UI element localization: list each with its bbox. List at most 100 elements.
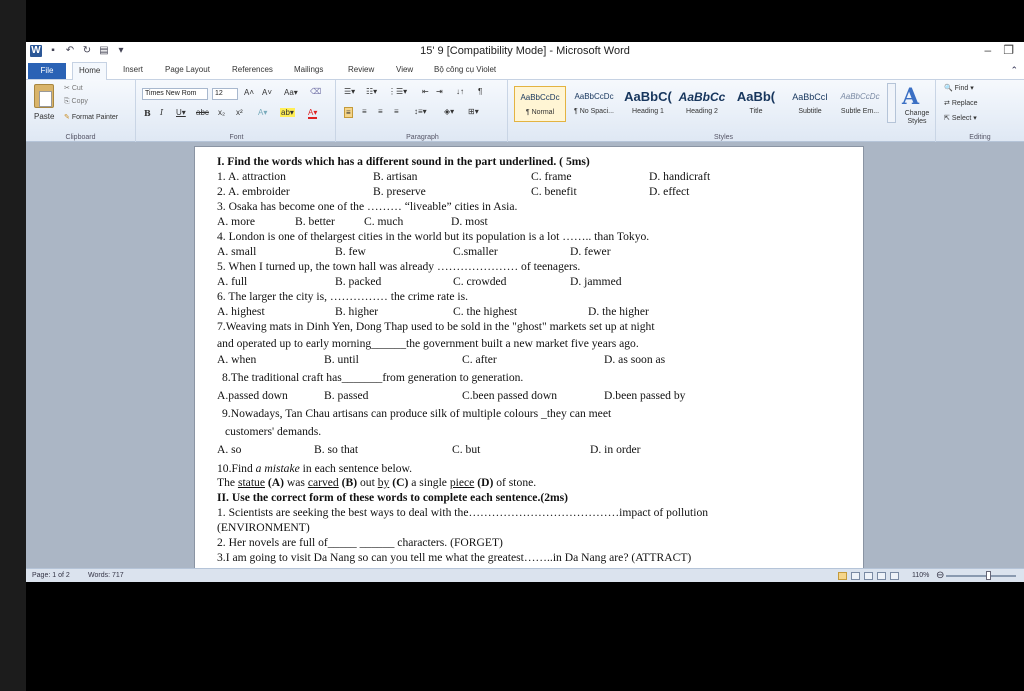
editing-group-label: Editing xyxy=(969,134,991,141)
word-count[interactable]: Words: 717 xyxy=(88,572,124,579)
line-spacing-icon[interactable]: ↕≡▾ xyxy=(414,107,427,116)
outline-view-icon[interactable] xyxy=(877,572,886,580)
q1-option-c: C. frame xyxy=(531,170,572,183)
section-2-q2: 2. Her novels are full of_____ ______ ch… xyxy=(217,535,857,550)
align-center-icon[interactable]: ≡ xyxy=(362,107,367,116)
q9-text-1: 9.Nowadays, Tan Chau artisans can produc… xyxy=(222,407,612,420)
replace-button[interactable]: ⇄ Replace xyxy=(944,99,978,107)
cut-button[interactable]: ✂ Cut xyxy=(64,84,83,92)
q6-option-a: A. highest xyxy=(217,305,265,318)
highlight-icon[interactable]: ab▾ xyxy=(280,108,295,117)
tab-home[interactable]: Home xyxy=(72,62,108,80)
zoom-slider[interactable] xyxy=(946,575,1016,577)
tab-file[interactable]: File xyxy=(28,63,66,79)
align-left-icon[interactable]: ≡ xyxy=(344,107,353,118)
document-area[interactable]: I. Find the words which has a different … xyxy=(26,142,1024,576)
q1-a-text: attraction xyxy=(242,170,286,183)
question-7-line-2: and operated up to early morning______th… xyxy=(217,334,857,352)
q6-option-c: C. the highest xyxy=(453,305,518,318)
format-painter-button[interactable]: ✎ Format Painter xyxy=(64,113,118,121)
sort-icon[interactable]: ↓↑ xyxy=(456,87,464,96)
document-page[interactable]: I. Find the words which has a different … xyxy=(194,146,864,576)
question-10-sentence: The statue (A) was carved (B) out by (C)… xyxy=(217,475,857,490)
shading-icon[interactable]: ◈▾ xyxy=(444,107,454,116)
style-no-spacing[interactable]: AaBbCcDc ¶ No Spaci... xyxy=(568,86,620,122)
paragraph-group: ☰▾ ☷▾ ⋮☰▾ ⇤ ⇥ ↓↑ ¶ ≡ ≡ ≡ ≡ ↕≡▾ ◈▾ ⊞▾ Par… xyxy=(338,80,508,142)
q6-option-b: B. higher xyxy=(335,305,379,318)
tab-page-layout[interactable]: Page Layout xyxy=(165,65,210,74)
tab-violet[interactable]: Bộ công cụ Violet xyxy=(434,65,496,74)
web-layout-icon[interactable] xyxy=(864,572,873,580)
subscript-icon[interactable]: x₂ xyxy=(218,108,225,117)
style-subtle-emphasis[interactable]: AaBbCcDc Subtle Em... xyxy=(834,86,886,122)
style-label: ¶ No Spaci... xyxy=(574,108,614,115)
borders-icon[interactable]: ⊞▾ xyxy=(468,107,479,116)
question-9-line-2: customers' demands. xyxy=(217,424,857,439)
title-bar: W ▪ ↶ ↻ ▤ ▾ 15' 9 [Compatibility Mode] -… xyxy=(26,42,1024,62)
find-button[interactable]: 🔍 Find ▾ xyxy=(944,84,974,92)
select-button[interactable]: ⇱ Select ▾ xyxy=(944,114,977,122)
bold-icon[interactable]: B xyxy=(144,108,151,118)
style-title[interactable]: AaBb( Title xyxy=(730,86,782,122)
tab-view[interactable]: View xyxy=(396,65,413,74)
question-4-options: A. small B. few C.smaller D. fewer xyxy=(217,244,857,259)
underline-icon[interactable]: U▾ xyxy=(176,108,186,117)
shrink-font-icon[interactable]: A˅ xyxy=(262,88,272,97)
question-5: 5. When I turned up, the town hall was a… xyxy=(217,259,857,274)
superscript-icon[interactable]: x² xyxy=(236,108,243,117)
change-case-icon[interactable]: Aa▾ xyxy=(284,88,298,97)
paste-button[interactable]: Paste xyxy=(34,112,54,121)
tab-insert[interactable]: Insert xyxy=(123,65,143,74)
font-name-select[interactable]: Times New Rom xyxy=(142,88,208,100)
tab-mailings[interactable]: Mailings xyxy=(294,65,323,74)
align-right-icon[interactable]: ≡ xyxy=(378,107,383,116)
ribbon-help-icon[interactable]: ⌃ xyxy=(1010,65,1018,76)
tab-references[interactable]: References xyxy=(232,65,273,74)
zoom-out-icon[interactable]: ⊖ xyxy=(936,570,944,581)
style-label: ¶ Normal xyxy=(525,109,555,116)
style-sample: AaBbCcDc xyxy=(574,92,614,101)
justify-icon[interactable]: ≡ xyxy=(394,107,399,116)
zoom-slider-thumb[interactable] xyxy=(986,571,991,580)
text-effects-icon[interactable]: A▾ xyxy=(258,108,267,117)
tab-review[interactable]: Review xyxy=(348,65,374,74)
question-7-line-1: 7.Weaving mats in Dinh Yen, Dong Thap us… xyxy=(217,319,857,334)
question-7-options: A. when B. until C. after D. as soon as xyxy=(217,352,857,370)
style-normal[interactable]: AaBbCcDc ¶ Normal xyxy=(514,86,566,122)
full-screen-reading-icon[interactable] xyxy=(851,572,860,580)
q10-marker-a: (A) xyxy=(264,476,287,489)
document-text[interactable]: I. Find the words which has a different … xyxy=(217,154,857,565)
styles-gallery-scroll[interactable] xyxy=(887,83,896,123)
minimize-button[interactable]: – xyxy=(985,43,992,57)
italic-icon[interactable]: I xyxy=(160,108,163,117)
style-heading-2[interactable]: AaBbCc Heading 2 xyxy=(676,86,728,122)
multilevel-list-icon[interactable]: ⋮☰▾ xyxy=(388,87,407,96)
page-count[interactable]: Page: 1 of 2 xyxy=(32,572,70,579)
zoom-level[interactable]: 110% xyxy=(912,572,929,579)
restore-button[interactable]: ❐ xyxy=(1003,43,1014,57)
font-color-icon[interactable]: A▾ xyxy=(308,108,318,119)
style-heading-1[interactable]: AaBbC( Heading 1 xyxy=(622,86,674,122)
show-formatting-icon[interactable]: ¶ xyxy=(478,87,482,96)
numbering-icon[interactable]: ☷▾ xyxy=(366,87,377,96)
change-styles-icon[interactable]: A xyxy=(902,84,919,110)
clear-format-icon[interactable]: ⌫ xyxy=(310,87,321,96)
style-sample: AaBbCc xyxy=(678,90,726,104)
draft-view-icon[interactable] xyxy=(890,572,899,580)
font-size-select[interactable]: 12 xyxy=(212,88,238,100)
q3-option-d: D. most xyxy=(451,215,488,228)
paste-icon[interactable] xyxy=(34,84,54,108)
decrease-indent-icon[interactable]: ⇤ xyxy=(422,87,429,96)
window-controls: – ❐ xyxy=(985,43,1014,57)
increase-indent-icon[interactable]: ⇥ xyxy=(436,87,443,96)
strikethrough-icon[interactable]: abc xyxy=(196,108,209,117)
copy-button[interactable]: ⎘ Copy xyxy=(64,98,88,106)
grow-font-icon[interactable]: A˄ xyxy=(244,88,254,97)
s2-q1-text: 1. Scientists are seeking the best ways … xyxy=(217,506,709,519)
q10-marker-c: (C) xyxy=(389,476,412,489)
change-styles-button[interactable]: Change Styles xyxy=(902,110,932,126)
bullets-icon[interactable]: ☰▾ xyxy=(344,87,355,96)
style-subtitle[interactable]: AaBbCcI Subtitle xyxy=(784,86,836,122)
print-layout-icon[interactable] xyxy=(838,572,847,580)
section-2-q1-line-2: (ENVIRONMENT) xyxy=(217,520,857,535)
